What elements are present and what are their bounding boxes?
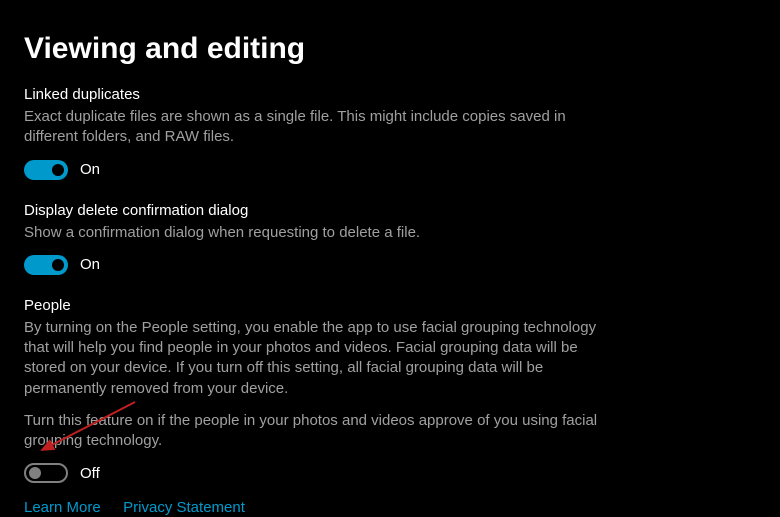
section-linked-duplicates: Linked duplicates Exact duplicate files … bbox=[24, 86, 614, 180]
people-toggle[interactable] bbox=[24, 463, 68, 483]
section-people: People By turning on the People setting,… bbox=[24, 297, 614, 517]
section-delete-confirmation: Display delete confirmation dialog Show … bbox=[24, 202, 614, 275]
delete-confirmation-state: On bbox=[80, 256, 100, 273]
linked-duplicates-state: On bbox=[80, 161, 100, 178]
delete-confirmation-toggle[interactable] bbox=[24, 255, 68, 275]
linked-duplicates-toggle-row: On bbox=[24, 160, 614, 180]
link-privacy-statement[interactable]: Privacy Statement bbox=[123, 499, 245, 516]
people-links: Learn More Privacy Statement bbox=[24, 499, 614, 517]
people-toggle-row: Off bbox=[24, 463, 614, 483]
link-learn-more[interactable]: Learn More bbox=[24, 499, 101, 516]
people-title: People bbox=[24, 297, 614, 314]
linked-duplicates-title: Linked duplicates bbox=[24, 86, 614, 103]
linked-duplicates-desc: Exact duplicate files are shown as a sin… bbox=[24, 107, 614, 148]
delete-confirmation-desc: Show a confirmation dialog when requesti… bbox=[24, 223, 614, 243]
delete-confirmation-title: Display delete confirmation dialog bbox=[24, 202, 614, 219]
people-desc2: Turn this feature on if the people in yo… bbox=[24, 411, 614, 452]
delete-confirmation-toggle-row: On bbox=[24, 255, 614, 275]
people-desc: By turning on the People setting, you en… bbox=[24, 318, 614, 399]
people-state: Off bbox=[80, 465, 100, 482]
linked-duplicates-toggle[interactable] bbox=[24, 160, 68, 180]
page-title: Viewing and editing bbox=[24, 32, 760, 66]
